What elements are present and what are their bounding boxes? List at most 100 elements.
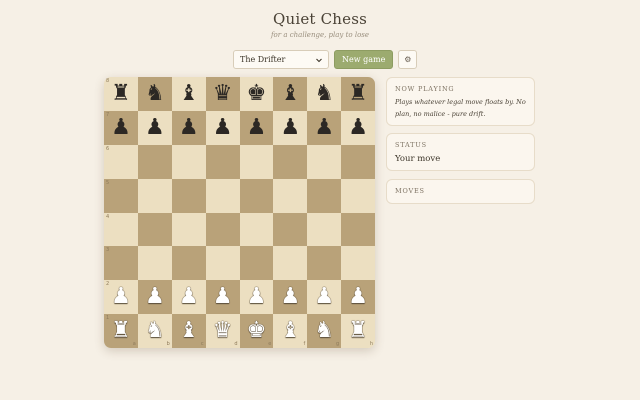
white-pawn-icon[interactable]: ♟	[280, 286, 300, 308]
square-c1[interactable]: c ♝	[171, 314, 206, 348]
square-h3[interactable]	[341, 246, 375, 281]
square-d2[interactable]: ♟	[205, 280, 240, 315]
square-e1[interactable]: e ♚	[239, 314, 274, 348]
square-g1[interactable]: g ♞	[307, 314, 342, 348]
square-d8[interactable]: ♛	[205, 77, 240, 111]
black-pawn-icon[interactable]: ♟	[111, 116, 131, 139]
square-e2[interactable]: ♟	[239, 280, 274, 315]
square-f5[interactable]	[273, 178, 308, 213]
square-f4[interactable]	[273, 212, 308, 247]
white-rook-icon[interactable]: ♜	[111, 320, 131, 342]
square-b7[interactable]: ♟	[137, 110, 172, 145]
white-pawn-icon[interactable]: ♟	[348, 286, 368, 308]
square-d1[interactable]: d ♛	[205, 314, 240, 348]
white-queen-icon[interactable]: ♛	[213, 320, 233, 342]
new-game-button[interactable]: New game	[334, 50, 394, 69]
white-pawn-icon[interactable]: ♟	[213, 286, 233, 308]
black-king-icon[interactable]: ♚	[247, 82, 267, 105]
square-e5[interactable]	[239, 178, 274, 213]
black-pawn-icon[interactable]: ♟	[145, 116, 165, 139]
file-label: f	[303, 341, 306, 347]
square-c4[interactable]	[171, 212, 206, 247]
square-g6[interactable]	[307, 144, 342, 179]
square-f8[interactable]: ♝	[273, 77, 308, 111]
opponent-select[interactable]: The Drifter	[233, 50, 329, 69]
square-h8[interactable]: ♜	[341, 77, 375, 111]
square-f7[interactable]: ♟	[273, 110, 308, 145]
square-e4[interactable]	[239, 212, 274, 247]
square-b6[interactable]	[137, 144, 172, 179]
square-c2[interactable]: ♟	[171, 280, 206, 315]
black-rook-icon[interactable]: ♜	[348, 82, 368, 105]
square-b3[interactable]	[137, 246, 172, 281]
square-h5[interactable]	[341, 178, 375, 213]
square-e6[interactable]	[239, 144, 274, 179]
square-g5[interactable]	[307, 178, 342, 213]
square-a1[interactable]: 1 a ♜	[104, 314, 138, 348]
white-bishop-icon[interactable]: ♝	[280, 320, 300, 342]
square-a8[interactable]: 8 ♜	[104, 77, 138, 111]
white-king-icon[interactable]: ♚	[247, 320, 267, 342]
white-pawn-icon[interactable]: ♟	[111, 286, 131, 308]
square-g4[interactable]	[307, 212, 342, 247]
black-rook-icon[interactable]: ♜	[111, 82, 131, 105]
square-c7[interactable]: ♟	[171, 110, 206, 145]
square-d4[interactable]	[205, 212, 240, 247]
black-queen-icon[interactable]: ♛	[213, 82, 233, 105]
square-b2[interactable]: ♟	[137, 280, 172, 315]
black-bishop-icon[interactable]: ♝	[179, 82, 199, 105]
black-pawn-icon[interactable]: ♟	[280, 116, 300, 139]
black-pawn-icon[interactable]: ♟	[247, 116, 267, 139]
square-b8[interactable]: ♞	[137, 77, 172, 111]
white-pawn-icon[interactable]: ♟	[145, 286, 165, 308]
square-c3[interactable]	[171, 246, 206, 281]
white-knight-icon[interactable]: ♞	[145, 320, 165, 342]
square-a5[interactable]: 5	[104, 178, 138, 213]
black-pawn-icon[interactable]: ♟	[213, 116, 233, 139]
square-g8[interactable]: ♞	[307, 77, 342, 111]
square-g2[interactable]: ♟	[307, 280, 342, 315]
square-d5[interactable]	[205, 178, 240, 213]
square-a6[interactable]: 6	[104, 144, 138, 179]
square-g7[interactable]: ♟	[307, 110, 342, 145]
black-pawn-icon[interactable]: ♟	[314, 116, 334, 139]
square-f1[interactable]: f ♝	[273, 314, 308, 348]
settings-button[interactable]: ⚙	[398, 50, 418, 69]
square-a4[interactable]: 4	[104, 212, 138, 247]
square-h2[interactable]: ♟	[341, 280, 375, 315]
square-b5[interactable]	[137, 178, 172, 213]
black-knight-icon[interactable]: ♞	[145, 82, 165, 105]
square-c6[interactable]	[171, 144, 206, 179]
square-f6[interactable]	[273, 144, 308, 179]
black-pawn-icon[interactable]: ♟	[348, 116, 368, 139]
square-h6[interactable]	[341, 144, 375, 179]
square-h1[interactable]: h ♜	[341, 314, 375, 348]
square-h4[interactable]	[341, 212, 375, 247]
square-d3[interactable]	[205, 246, 240, 281]
square-g3[interactable]	[307, 246, 342, 281]
square-b1[interactable]: b ♞	[137, 314, 172, 348]
white-pawn-icon[interactable]: ♟	[247, 286, 267, 308]
black-knight-icon[interactable]: ♞	[314, 82, 334, 105]
square-a7[interactable]: 7 ♟	[104, 110, 138, 145]
square-h7[interactable]: ♟	[341, 110, 375, 145]
square-d7[interactable]: ♟	[205, 110, 240, 145]
square-b4[interactable]	[137, 212, 172, 247]
white-pawn-icon[interactable]: ♟	[314, 286, 334, 308]
white-rook-icon[interactable]: ♜	[348, 320, 368, 342]
square-a2[interactable]: 2 ♟	[104, 280, 138, 315]
white-knight-icon[interactable]: ♞	[314, 320, 334, 342]
square-d6[interactable]	[205, 144, 240, 179]
square-c8[interactable]: ♝	[171, 77, 206, 111]
square-a3[interactable]: 3	[104, 246, 138, 281]
square-c5[interactable]	[171, 178, 206, 213]
square-f3[interactable]	[273, 246, 308, 281]
black-pawn-icon[interactable]: ♟	[179, 116, 199, 139]
square-e7[interactable]: ♟	[239, 110, 274, 145]
white-bishop-icon[interactable]: ♝	[179, 320, 199, 342]
black-bishop-icon[interactable]: ♝	[280, 82, 300, 105]
square-e8[interactable]: ♚	[239, 77, 274, 111]
square-f2[interactable]: ♟	[273, 280, 308, 315]
square-e3[interactable]	[239, 246, 274, 281]
white-pawn-icon[interactable]: ♟	[179, 286, 199, 308]
